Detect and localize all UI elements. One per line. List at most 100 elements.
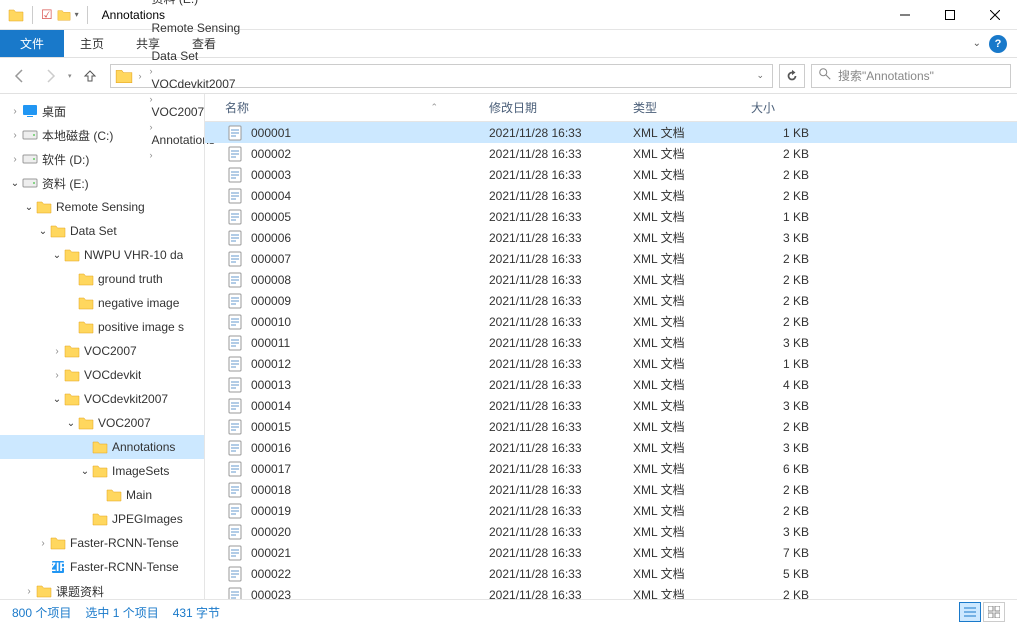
tree-item[interactable]: ›VOCdevkit: [0, 363, 204, 387]
file-row[interactable]: 0000122021/11/28 16:33XML 文档1 KB: [205, 353, 1017, 374]
tree-item[interactable]: negative image: [0, 291, 204, 315]
chevron-right-icon[interactable]: ›: [50, 346, 64, 357]
file-row[interactable]: 0000162021/11/28 16:33XML 文档3 KB: [205, 437, 1017, 458]
chevron-right-icon[interactable]: ›: [146, 66, 157, 76]
file-row[interactable]: 0000222021/11/28 16:33XML 文档5 KB: [205, 563, 1017, 584]
nav-tree[interactable]: ›桌面›本地磁盘 (C:)›软件 (D:)⌄资料 (E:)⌄Remote Sen…: [0, 94, 205, 599]
folder-icon: [50, 223, 66, 239]
maximize-button[interactable]: [927, 0, 972, 30]
file-row[interactable]: 0000202021/11/28 16:33XML 文档3 KB: [205, 521, 1017, 542]
tree-item[interactable]: ⌄Remote Sensing: [0, 195, 204, 219]
file-name: 000015: [245, 420, 489, 434]
chevron-right-icon[interactable]: ›: [8, 154, 22, 165]
back-button[interactable]: [6, 62, 34, 90]
up-button[interactable]: [76, 62, 104, 90]
qat-dropdown-icon[interactable]: ▾: [75, 10, 79, 19]
column-size[interactable]: 大小: [751, 99, 819, 116]
file-row[interactable]: 0000052021/11/28 16:33XML 文档1 KB: [205, 206, 1017, 227]
ribbon-tab-home[interactable]: 主页: [64, 30, 120, 57]
chevron-down-icon[interactable]: ⌄: [78, 466, 92, 477]
ribbon-tab-file[interactable]: 文件: [0, 30, 64, 57]
close-button[interactable]: [972, 0, 1017, 30]
tree-item[interactable]: ⌄VOCdevkit2007: [0, 387, 204, 411]
refresh-button[interactable]: [779, 64, 805, 88]
breadcrumb[interactable]: Remote Sensing: [146, 21, 247, 35]
file-row[interactable]: 0000092021/11/28 16:33XML 文档2 KB: [205, 290, 1017, 311]
search-input[interactable]: 搜索"Annotations": [811, 64, 1011, 88]
address-bar[interactable]: › 资料 (E:)›Remote Sensing›Data Set›VOCdev…: [110, 64, 773, 88]
tree-item[interactable]: ›VOC2007: [0, 339, 204, 363]
column-date[interactable]: 修改日期: [489, 99, 633, 116]
column-type[interactable]: 类型: [633, 99, 751, 116]
file-row[interactable]: 0000212021/11/28 16:33XML 文档7 KB: [205, 542, 1017, 563]
chevron-right-icon[interactable]: ›: [146, 10, 157, 20]
chevron-right-icon[interactable]: ›: [36, 538, 50, 549]
chevron-right-icon[interactable]: ›: [8, 106, 22, 117]
tree-item[interactable]: JPEGImages: [0, 507, 204, 531]
file-row[interactable]: 0000232021/11/28 16:33XML 文档2 KB: [205, 584, 1017, 599]
file-row[interactable]: 0000112021/11/28 16:33XML 文档3 KB: [205, 332, 1017, 353]
file-pane[interactable]: 名称⌃ 修改日期 类型 大小 0000012021/11/28 16:33XML…: [205, 94, 1017, 599]
expand-ribbon-icon[interactable]: ⌄: [973, 38, 981, 49]
tree-item[interactable]: ⌄资料 (E:): [0, 171, 204, 195]
help-button[interactable]: ?: [989, 35, 1007, 53]
tree-item[interactable]: ground truth: [0, 267, 204, 291]
chevron-right-icon[interactable]: ›: [146, 38, 157, 48]
breadcrumb[interactable]: 资料 (E:): [146, 0, 247, 7]
file-row[interactable]: 0000042021/11/28 16:33XML 文档2 KB: [205, 185, 1017, 206]
breadcrumb[interactable]: VOCdevkit2007: [146, 77, 247, 91]
tree-item[interactable]: Annotations: [0, 435, 204, 459]
tree-item[interactable]: ›本地磁盘 (C:): [0, 123, 204, 147]
view-details-button[interactable]: [959, 602, 981, 622]
file-row[interactable]: 0000152021/11/28 16:33XML 文档2 KB: [205, 416, 1017, 437]
tree-item[interactable]: Main: [0, 483, 204, 507]
forward-button[interactable]: [36, 62, 64, 90]
view-large-button[interactable]: [983, 602, 1005, 622]
tree-item[interactable]: ›课题资料: [0, 579, 204, 599]
minimize-button[interactable]: [882, 0, 927, 30]
check-icon[interactable]: ☑: [41, 7, 53, 23]
file-row[interactable]: 0000072021/11/28 16:33XML 文档2 KB: [205, 248, 1017, 269]
file-row[interactable]: 0000172021/11/28 16:33XML 文档6 KB: [205, 458, 1017, 479]
chevron-down-icon[interactable]: ⌄: [50, 250, 64, 261]
file-row[interactable]: 0000022021/11/28 16:33XML 文档2 KB: [205, 143, 1017, 164]
tree-item[interactable]: ⌄VOC2007: [0, 411, 204, 435]
chevron-down-icon[interactable]: ⌄: [22, 202, 36, 213]
column-name[interactable]: 名称⌃: [225, 99, 489, 116]
tree-item[interactable]: positive image s: [0, 315, 204, 339]
chevron-right-icon[interactable]: ›: [135, 71, 146, 81]
status-selected: 选中 1 个项目: [85, 604, 158, 621]
chevron-right-icon[interactable]: ›: [50, 370, 64, 381]
file-row[interactable]: 0000192021/11/28 16:33XML 文档2 KB: [205, 500, 1017, 521]
file-date: 2021/11/28 16:33: [489, 546, 633, 560]
chevron-down-icon[interactable]: ⌄: [64, 418, 78, 429]
file-date: 2021/11/28 16:33: [489, 483, 633, 497]
chevron-right-icon[interactable]: ›: [22, 586, 36, 597]
tree-item[interactable]: ⌄ImageSets: [0, 459, 204, 483]
file-row[interactable]: 0000102021/11/28 16:33XML 文档2 KB: [205, 311, 1017, 332]
xml-file-icon: [225, 272, 245, 288]
file-row[interactable]: 0000142021/11/28 16:33XML 文档3 KB: [205, 395, 1017, 416]
file-row[interactable]: 0000082021/11/28 16:33XML 文档2 KB: [205, 269, 1017, 290]
drive-icon: [22, 127, 38, 143]
file-row[interactable]: 0000012021/11/28 16:33XML 文档1 KB: [205, 122, 1017, 143]
chevron-down-icon[interactable]: ⌄: [36, 226, 50, 237]
chevron-down-icon[interactable]: ⌄: [50, 394, 64, 405]
history-dropdown-icon[interactable]: ▾: [68, 72, 72, 80]
file-row[interactable]: 0000132021/11/28 16:33XML 文档4 KB: [205, 374, 1017, 395]
breadcrumb[interactable]: Data Set: [146, 49, 247, 63]
chevron-right-icon[interactable]: ›: [8, 130, 22, 141]
file-name: 000012: [245, 357, 489, 371]
tree-item[interactable]: Faster-RCNN-Tense: [0, 555, 204, 579]
file-row[interactable]: 0000062021/11/28 16:33XML 文档3 KB: [205, 227, 1017, 248]
file-row[interactable]: 0000032021/11/28 16:33XML 文档2 KB: [205, 164, 1017, 185]
folder-icon[interactable]: [57, 8, 71, 22]
address-dropdown-icon[interactable]: ⌄: [748, 70, 772, 81]
tree-item[interactable]: ›桌面: [0, 99, 204, 123]
tree-item[interactable]: ⌄NWPU VHR-10 da: [0, 243, 204, 267]
tree-item[interactable]: ›Faster-RCNN-Tense: [0, 531, 204, 555]
file-row[interactable]: 0000182021/11/28 16:33XML 文档2 KB: [205, 479, 1017, 500]
tree-item[interactable]: ›软件 (D:): [0, 147, 204, 171]
tree-item[interactable]: ⌄Data Set: [0, 219, 204, 243]
chevron-down-icon[interactable]: ⌄: [8, 178, 22, 189]
